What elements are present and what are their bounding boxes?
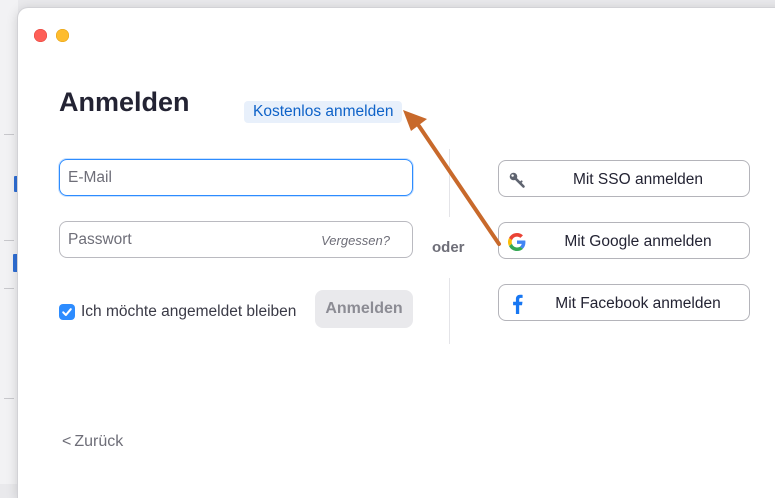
background-window-edge bbox=[0, 0, 18, 484]
google-signin-button[interactable]: Mit Google anmelden bbox=[498, 222, 750, 259]
sso-signin-button[interactable]: Mit SSO anmelden bbox=[498, 160, 750, 197]
free-signup-link[interactable]: Kostenlos anmelden bbox=[244, 101, 403, 123]
key-icon bbox=[507, 170, 527, 190]
keep-signed-in-checkbox[interactable] bbox=[59, 304, 75, 320]
back-button[interactable]: < Zurück bbox=[62, 433, 123, 451]
signin-button[interactable]: Anmelden bbox=[315, 290, 413, 328]
chevron-left-icon: < bbox=[62, 433, 72, 450]
back-label: Zurück bbox=[74, 433, 124, 450]
window-close-button[interactable] bbox=[34, 29, 47, 42]
background-window-divider bbox=[4, 134, 14, 135]
login-window: Anmelden Kostenlos anmelden Vergessen? I… bbox=[18, 8, 775, 498]
email-input[interactable] bbox=[60, 160, 412, 195]
window-minimize-button[interactable] bbox=[56, 29, 69, 42]
facebook-icon bbox=[507, 294, 527, 314]
forgot-password-link[interactable]: Vergessen? bbox=[321, 222, 390, 259]
background-window-divider bbox=[4, 288, 14, 289]
or-label: oder bbox=[432, 239, 465, 256]
background-window-divider bbox=[4, 240, 14, 241]
google-icon bbox=[507, 232, 527, 252]
google-signin-label: Mit Google anmelden bbox=[564, 233, 712, 250]
facebook-signin-button[interactable]: Mit Facebook anmelden bbox=[498, 284, 750, 321]
divider-top bbox=[449, 149, 450, 217]
keep-signed-in-option[interactable]: Ich möchte angemeldet bleiben bbox=[59, 302, 296, 322]
facebook-signin-label: Mit Facebook anmelden bbox=[555, 295, 721, 312]
checkmark-icon bbox=[62, 308, 72, 316]
background-window-divider bbox=[4, 398, 14, 399]
password-field[interactable]: Vergessen? bbox=[59, 221, 413, 258]
keep-signed-in-label: Ich möchte angemeldet bleiben bbox=[81, 303, 297, 320]
sso-signin-label: Mit SSO anmelden bbox=[572, 171, 704, 188]
page-title: Anmelden bbox=[59, 87, 190, 117]
email-field[interactable] bbox=[59, 159, 413, 196]
divider-bottom bbox=[449, 278, 450, 344]
